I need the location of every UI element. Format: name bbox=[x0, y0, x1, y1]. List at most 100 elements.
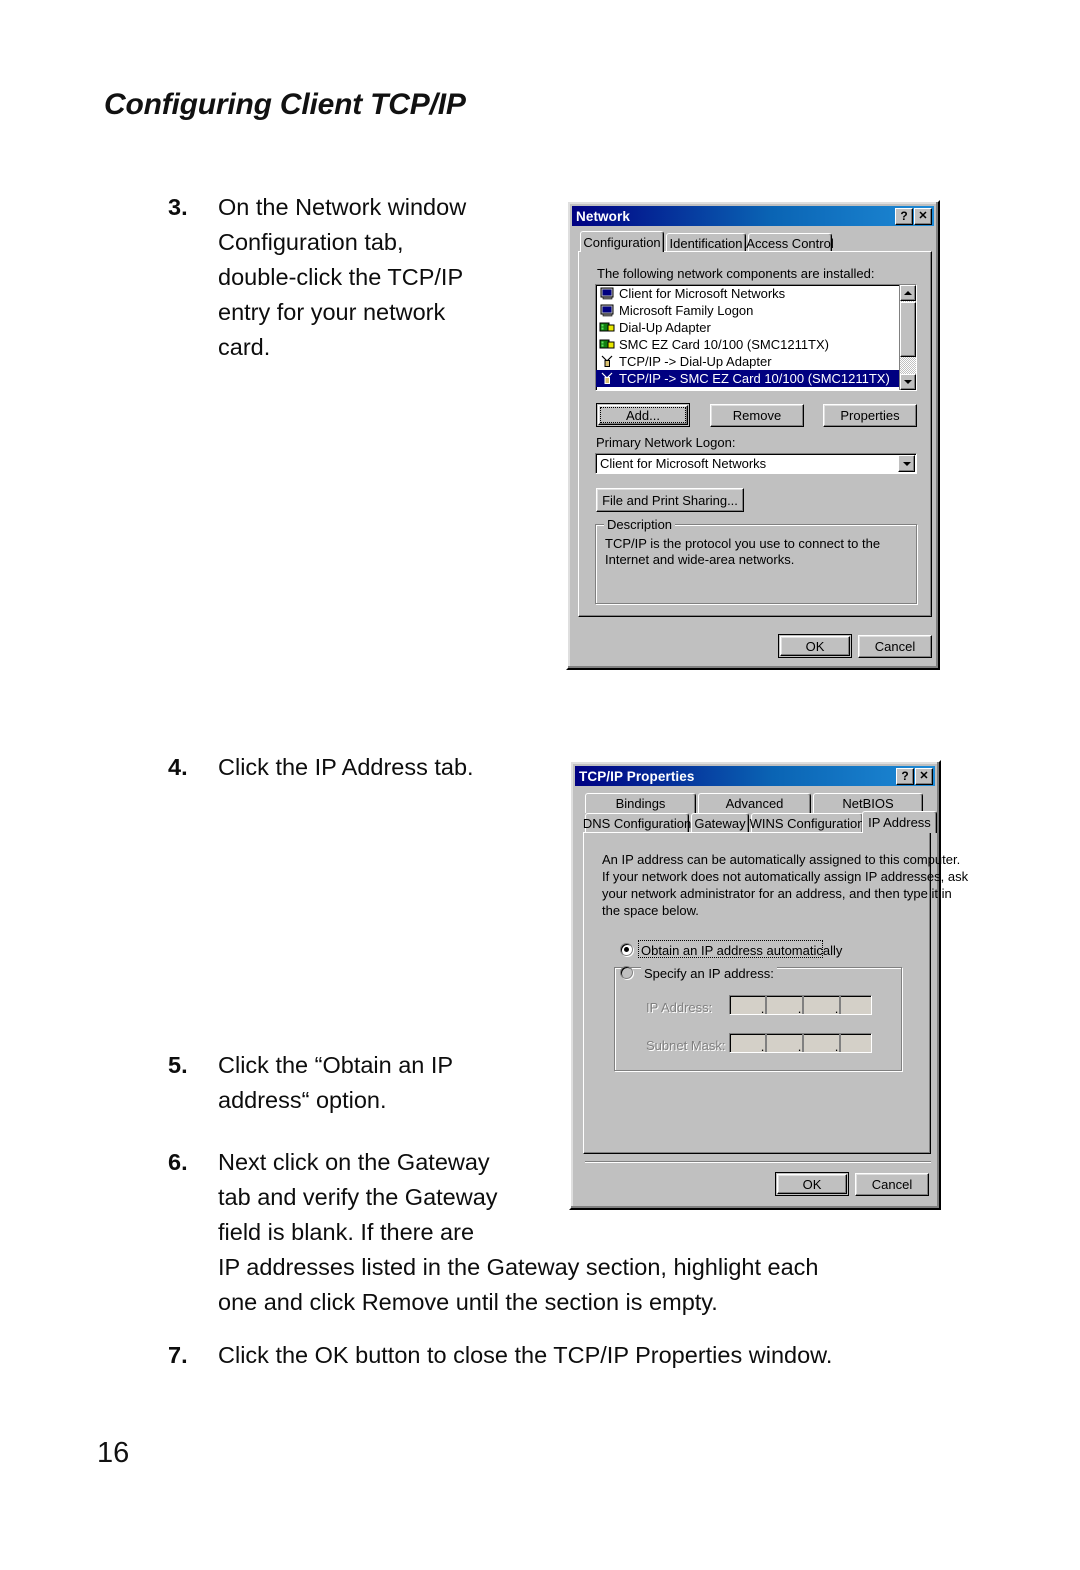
step-5-line-1: Click the “Obtain an IP bbox=[218, 1052, 454, 1078]
radio-obtain-ip-automatically-label: Obtain an IP address automatically bbox=[641, 943, 843, 958]
step-6-line-4: IP addresses listed in the Gateway secti… bbox=[218, 1254, 819, 1280]
list-item[interactable]: SMC EZ Card 10/100 (SMC1211TX) bbox=[596, 336, 899, 353]
description-group-caption: Description bbox=[604, 517, 676, 532]
step-3-line-1: On the Network window bbox=[218, 194, 467, 220]
step-3-body: On the Network window Configuration tab,… bbox=[218, 190, 548, 365]
ip-address-help-text: An IP address can be automatically assig… bbox=[602, 851, 968, 919]
subnet-octet-2[interactable] bbox=[767, 1034, 797, 1052]
ip-octet-1[interactable] bbox=[730, 996, 760, 1014]
list-item[interactable]: Microsoft Family Logon bbox=[596, 302, 899, 319]
network-ok-label: OK bbox=[805, 638, 825, 654]
ip-octet-4[interactable] bbox=[841, 996, 871, 1014]
tab-identification[interactable]: Identification bbox=[666, 233, 746, 252]
step-4-line-1: Click the IP Address tab. bbox=[218, 754, 474, 780]
page-number: 16 bbox=[97, 1437, 130, 1469]
step-7-body: Click the OK button to close the TCP/IP … bbox=[218, 1338, 968, 1373]
list-item-label: TCP/IP -> SMC EZ Card 10/100 (SMC1211TX) bbox=[619, 371, 890, 386]
list-item[interactable]: Dial-Up Adapter bbox=[596, 319, 899, 336]
chevron-down-icon[interactable] bbox=[898, 455, 915, 472]
tab-advanced[interactable]: Advanced bbox=[698, 793, 811, 813]
tab-access-control[interactable]: Access Control bbox=[746, 233, 834, 252]
tab-netbios-label: NetBIOS bbox=[842, 796, 894, 811]
file-and-print-sharing-button[interactable]: File and Print Sharing... bbox=[596, 488, 744, 512]
properties-button[interactable]: Properties bbox=[823, 404, 917, 427]
tab-gateway[interactable]: Gateway bbox=[691, 813, 749, 833]
network-components-list: Client for Microsoft Networks Microsoft … bbox=[596, 285, 899, 390]
help-icon[interactable]: ? bbox=[896, 767, 914, 785]
scrollbar-thumb[interactable] bbox=[900, 302, 916, 357]
list-item[interactable]: TCP/IP -> Dial-Up Adapter bbox=[596, 353, 899, 370]
subnet-octet-4[interactable] bbox=[841, 1034, 871, 1052]
step-3-line-4: entry for your network bbox=[218, 299, 446, 325]
tab-ip-address[interactable]: IP Address bbox=[862, 811, 937, 833]
tab-netbios[interactable]: NetBIOS bbox=[813, 793, 923, 813]
network-ok-button[interactable]: OK bbox=[778, 634, 852, 658]
radio-specify-ip-address-label: Specify an IP address: bbox=[641, 966, 777, 981]
step-4-number: 4. bbox=[168, 754, 188, 780]
subnet-octet-1[interactable] bbox=[730, 1034, 760, 1052]
scroll-up-icon[interactable] bbox=[900, 285, 916, 301]
list-item-label: Microsoft Family Logon bbox=[619, 303, 754, 318]
listbox-scrollbar[interactable] bbox=[899, 285, 916, 390]
primary-network-logon-label: Primary Network Logon: bbox=[596, 435, 736, 450]
subnet-octet-3[interactable] bbox=[804, 1034, 834, 1052]
step-6-number: 6. bbox=[168, 1149, 188, 1175]
client-icon bbox=[599, 303, 616, 318]
add-button-label: Add... bbox=[626, 407, 660, 423]
tcpip-dialog-title: TCP/IP Properties bbox=[579, 768, 695, 784]
network-components-listbox[interactable]: Client for Microsoft Networks Microsoft … bbox=[595, 284, 917, 391]
tab-configuration[interactable]: Configuration bbox=[580, 231, 664, 252]
components-list-caption: The following network components are ins… bbox=[597, 266, 875, 281]
tcpip-ok-label: OK bbox=[802, 1176, 822, 1192]
tcpip-dialog-titlebar: TCP/IP Properties ? ✕ bbox=[575, 766, 935, 786]
step-3: 3. On the Network window Configuration t… bbox=[168, 190, 548, 365]
ip-octet-2[interactable] bbox=[767, 996, 797, 1014]
tab-wins-configuration-label: WINS Configuration bbox=[749, 816, 865, 831]
subnet-mask-field[interactable]: . . . bbox=[729, 1033, 872, 1053]
list-item[interactable]: Client for Microsoft Networks bbox=[596, 285, 899, 302]
ip-help-line-1: An IP address can be automatically assig… bbox=[602, 852, 961, 867]
list-item-label: Dial-Up Adapter bbox=[619, 320, 711, 335]
remove-button[interactable]: Remove bbox=[710, 404, 804, 427]
tab-ip-address-label: IP Address bbox=[868, 815, 931, 830]
tcpip-ok-button[interactable]: OK bbox=[775, 1172, 849, 1196]
ip-address-field[interactable]: . . . bbox=[729, 995, 872, 1015]
properties-button-label: Properties bbox=[840, 408, 900, 423]
ip-help-line-3: your network administrator for an addres… bbox=[602, 886, 952, 901]
add-button[interactable]: Add... bbox=[596, 403, 690, 427]
tcpip-cancel-button[interactable]: Cancel bbox=[855, 1173, 929, 1196]
protocol-icon bbox=[599, 354, 616, 369]
tab-bindings[interactable]: Bindings bbox=[585, 793, 696, 813]
step-7-line-1: Click the OK button to close the TCP/IP … bbox=[218, 1342, 833, 1368]
ip-octet-3[interactable] bbox=[804, 996, 834, 1014]
ip-address-pane: An IP address can be automatically assig… bbox=[583, 832, 968, 1154]
file-and-print-sharing-label: File and Print Sharing... bbox=[602, 492, 738, 508]
help-icon[interactable]: ? bbox=[895, 207, 913, 225]
tab-dns-configuration[interactable]: DNS Configuration bbox=[582, 813, 692, 833]
tab-access-control-label: Access Control bbox=[746, 235, 834, 251]
step-7-number: 7. bbox=[168, 1342, 188, 1368]
scroll-down-icon[interactable] bbox=[900, 374, 916, 390]
network-dialog-window: Network ? ✕ Configuration Identification… bbox=[566, 200, 940, 670]
radio-obtain-ip-automatically[interactable] bbox=[620, 943, 633, 956]
adapter-icon bbox=[599, 320, 616, 335]
tab-dns-configuration-label: DNS Configuration bbox=[582, 816, 692, 831]
tab-identification-label: Identification bbox=[669, 235, 743, 251]
close-icon[interactable]: ✕ bbox=[915, 767, 933, 785]
primary-network-logon-select[interactable]: Client for Microsoft Networks bbox=[595, 453, 917, 474]
step-5-number: 5. bbox=[168, 1052, 188, 1078]
step-3-line-2: Configuration tab, bbox=[218, 229, 404, 255]
tcpip-cancel-label: Cancel bbox=[871, 1177, 913, 1192]
tab-wins-configuration[interactable]: WINS Configuration bbox=[749, 813, 865, 833]
step-3-number: 3. bbox=[168, 194, 188, 220]
radio-specify-ip-address[interactable] bbox=[620, 966, 633, 979]
tab-advanced-label: Advanced bbox=[725, 796, 784, 811]
close-icon[interactable]: ✕ bbox=[914, 207, 932, 225]
network-dialog-titlebar: Network ? ✕ bbox=[572, 206, 934, 226]
tcpip-properties-window: TCP/IP Properties ? ✕ Bindings Advanced … bbox=[569, 760, 968, 1210]
list-item-label: TCP/IP -> Dial-Up Adapter bbox=[619, 354, 772, 369]
network-cancel-button[interactable]: Cancel bbox=[858, 635, 932, 658]
document-page: Configuring Client TCP/IP 3. On the Netw… bbox=[0, 0, 1080, 1570]
list-item[interactable]: TCP/IP -> SMC EZ Card 10/100 (SMC1211TX) bbox=[596, 370, 899, 387]
step-6-line-5: one and click Remove until the section i… bbox=[218, 1289, 718, 1315]
